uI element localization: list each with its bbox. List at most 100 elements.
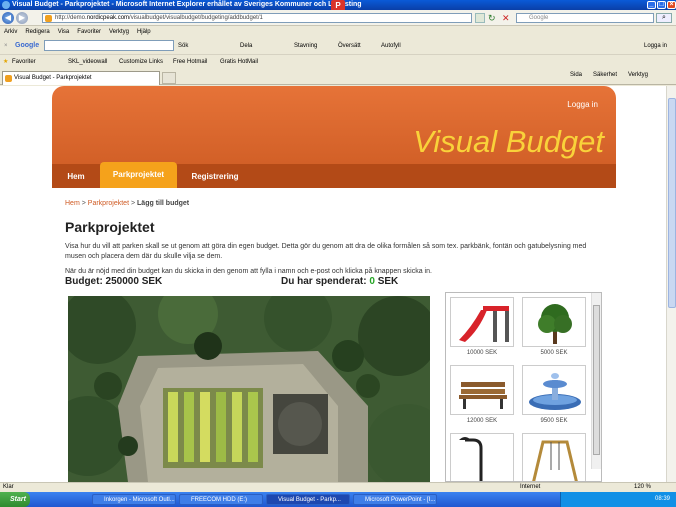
- nav-home[interactable]: Hem: [56, 164, 96, 188]
- stop-icon[interactable]: ✕: [502, 13, 512, 23]
- spent-value: 0: [369, 276, 375, 287]
- taskbar-outlook[interactable]: Inkorgen - Microsoft Outl...: [92, 494, 176, 505]
- clock: 08:39: [654, 496, 670, 502]
- window-title: Visual Budget - Parkprojektet - Microsof…: [12, 1, 362, 8]
- minimize-button[interactable]: _: [647, 1, 656, 9]
- nav-registrering[interactable]: Registrering: [182, 164, 248, 188]
- menu-redigera[interactable]: Redigera: [25, 29, 49, 35]
- spent-unit: SEK: [377, 276, 399, 287]
- star-icon: ★: [3, 59, 9, 65]
- item-bench[interactable]: 12000 SEK: [450, 365, 514, 424]
- address-input[interactable]: http://demo.nordicpeak.com/visualbudget/…: [42, 13, 472, 23]
- google-autofill-button[interactable]: Autofyll: [381, 37, 401, 55]
- items-panel: 10000 SEK 5000 SEK 12000 SEK 9500 SEK: [445, 292, 602, 482]
- tree-icon: [522, 297, 586, 347]
- taskbar: Start Inkorgen - Microsoft Outl... FREEC…: [0, 492, 676, 507]
- cmd-security[interactable]: Säkerhet: [593, 72, 617, 78]
- tab-title: Visual Budget - Parkprojektet: [14, 75, 92, 81]
- cmd-page[interactable]: Sida: [570, 72, 582, 78]
- park-map[interactable]: [68, 296, 430, 482]
- tab-favicon-icon: [5, 75, 12, 82]
- page-title: Parkprojektet: [65, 219, 155, 235]
- bench-icon: [450, 365, 514, 415]
- google-toolbar: × Google Sök Dela Stavning Översätt Auto…: [0, 37, 676, 55]
- items-scrollbar[interactable]: [591, 293, 601, 469]
- google-spell-button[interactable]: Stavning: [294, 37, 317, 55]
- taskbar-visual-budget[interactable]: Visual Budget - Parkp...: [266, 494, 350, 505]
- item-tree[interactable]: 5000 SEK: [522, 297, 586, 356]
- fountain-icon: [522, 365, 586, 415]
- tab-bar: Visual Budget - Parkprojektet Sida Säker…: [0, 69, 676, 85]
- start-button[interactable]: Start: [0, 492, 30, 507]
- menu-hjalp[interactable]: Hjälp: [137, 29, 151, 35]
- favorites-button[interactable]: Favoriter: [12, 55, 36, 69]
- spent-total: Du har spenderat: 0 SEK: [281, 276, 398, 287]
- back-button[interactable]: ◀: [2, 12, 14, 24]
- close-toolbar-icon[interactable]: ×: [4, 37, 8, 55]
- aerial-photo: [68, 296, 430, 482]
- item-price: 12000 SEK: [466, 418, 498, 424]
- google-search-input[interactable]: [44, 40, 174, 51]
- close-button[interactable]: ×: [667, 1, 676, 9]
- google-search-button[interactable]: Sök: [178, 37, 188, 55]
- item-swing[interactable]: [522, 433, 586, 481]
- fav-link-gratis[interactable]: Gratis HotMail: [220, 55, 258, 69]
- nav-parkprojektet[interactable]: Parkprojektet: [100, 162, 177, 188]
- streetlamp-icon: [450, 433, 514, 481]
- fav-link-skl[interactable]: SKL_videowall: [68, 55, 107, 69]
- fav-link-customize[interactable]: Customize Links: [119, 55, 163, 69]
- intro-paragraph: Visa hur du vill att parken skall se ut …: [65, 243, 587, 260]
- google-login-link[interactable]: Logga in: [644, 37, 667, 55]
- breadcrumb-home[interactable]: Hem: [65, 200, 80, 207]
- site-favicon-icon: [45, 15, 52, 22]
- slide-icon: [450, 297, 514, 347]
- item-slide[interactable]: 10000 SEK: [450, 297, 514, 356]
- taskbar-powerpoint[interactable]: Microsoft PowerPoint - [I...: [353, 494, 437, 505]
- window-titlebar: Visual Budget - Parkprojektet - Microsof…: [0, 0, 676, 10]
- fav-link-hotmail[interactable]: Free Hotmail: [173, 55, 207, 69]
- status-bar: Klar Internet 120 %: [0, 482, 676, 492]
- maximize-button[interactable]: □: [657, 1, 666, 9]
- main-content: Hem > Parkprojektet > Lägg till budget P…: [52, 188, 616, 482]
- breadcrumb-current: Lägg till budget: [137, 200, 190, 207]
- google-logo: Google: [15, 42, 40, 49]
- taskbar-freecom[interactable]: FREECOM HDD (E:): [179, 494, 263, 505]
- search-go-icon[interactable]: ⌕: [656, 13, 672, 23]
- login-link[interactable]: Logga in: [567, 100, 598, 109]
- zoom-level[interactable]: 120 %: [634, 483, 651, 492]
- cmd-tools[interactable]: Verktyg: [628, 72, 648, 78]
- site-brand: Visual Budget: [413, 124, 604, 159]
- address-toolbar: ◀ ▶ http://demo.nordicpeak.com/visualbud…: [0, 10, 676, 26]
- item-price: 10000 SEK: [466, 350, 498, 356]
- compat-icon[interactable]: [475, 13, 485, 23]
- menu-visa[interactable]: Visa: [58, 29, 70, 35]
- item-price: 5000 SEK: [540, 350, 568, 356]
- site-header: Logga in Visual Budget Hem Parkprojektet…: [52, 86, 616, 188]
- google-share-button[interactable]: Dela: [240, 37, 252, 55]
- search-input[interactable]: Google: [516, 13, 654, 23]
- google-translate-button[interactable]: Översätt: [338, 37, 361, 55]
- menu-bar: Arkiv Redigera Visa Favoriter Verktyg Hjälp: [0, 27, 676, 37]
- page-viewport: Logga in Visual Budget Hem Parkprojektet…: [0, 86, 666, 482]
- new-tab-button[interactable]: [162, 72, 176, 84]
- page-scrollbar[interactable]: [666, 86, 676, 482]
- breadcrumb: Hem > Parkprojektet > Lägg till budget: [65, 200, 189, 207]
- menu-verktyg[interactable]: Verktyg: [109, 29, 129, 35]
- budget-total: Budget: 250000 SEK: [65, 276, 163, 287]
- status-text: Klar: [3, 484, 14, 490]
- item-fountain[interactable]: 9500 SEK: [522, 365, 586, 424]
- forward-button[interactable]: ▶: [16, 12, 28, 24]
- item-streetlamp[interactable]: [450, 433, 514, 481]
- menu-favoriter[interactable]: Favoriter: [77, 29, 101, 35]
- spent-label: Du har spenderat:: [281, 276, 367, 287]
- refresh-icon[interactable]: ↻: [488, 13, 498, 23]
- url-prefix: http://demo.: [55, 15, 87, 21]
- menu-arkiv[interactable]: Arkiv: [4, 29, 17, 35]
- pdf-badge-icon[interactable]: P: [331, 0, 345, 10]
- tab-visual-budget[interactable]: Visual Budget - Parkprojektet: [2, 71, 160, 85]
- url-domain: nordicpeak.com: [86, 15, 130, 21]
- breadcrumb-project[interactable]: Parkprojektet: [88, 200, 129, 207]
- system-tray: 08:39: [560, 492, 676, 507]
- url-path: /visualbudget/visualbudget/budgeting/add…: [129, 15, 263, 21]
- search-placeholder: Google: [529, 15, 549, 21]
